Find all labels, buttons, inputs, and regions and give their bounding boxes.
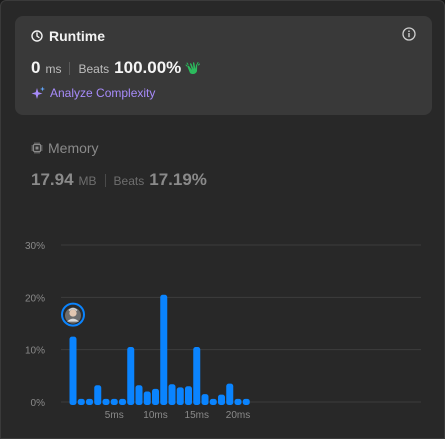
runtime-distribution-chart[interactable]: 30% 20% 10% 0% 5ms 10ms 15ms 20ms — [1, 231, 445, 436]
memory-value: 17.94 — [31, 170, 74, 189]
runtime-card[interactable]: Runtime 0 ms Beats 100.00% Analyze Compl… — [15, 16, 432, 115]
memory-beats-value: 17.19% — [149, 170, 207, 189]
chart-bar[interactable] — [127, 347, 135, 405]
chart-bar[interactable] — [102, 398, 110, 405]
memory-stats: 17.94 MB Beats 17.19% — [31, 170, 207, 190]
chart-bar[interactable] — [77, 398, 85, 405]
y-tick-label: 10% — [25, 346, 45, 357]
divider — [69, 61, 71, 75]
chart-bar[interactable] — [226, 383, 234, 405]
runtime-beats-label: Beats — [78, 62, 110, 76]
analyze-complexity-button[interactable]: Analyze Complexity — [31, 86, 155, 100]
runtime-unit: ms — [45, 62, 62, 76]
memory-unit: MB — [78, 174, 97, 188]
chart-bar[interactable] — [234, 398, 242, 405]
memory-beats-label: Beats — [113, 174, 145, 188]
divider — [104, 173, 106, 187]
chart-bar[interactable] — [160, 294, 168, 405]
y-tick-label: 30% — [25, 241, 45, 252]
runtime-title: Runtime — [31, 28, 105, 44]
runtime-stats: 0 ms Beats 100.00% — [31, 58, 201, 78]
submission-detail-panel: Runtime 0 ms Beats 100.00% Analyze Compl… — [0, 0, 445, 439]
memory-title[interactable]: Memory — [31, 140, 99, 156]
clock-icon — [31, 30, 43, 42]
chart-bar[interactable] — [135, 385, 143, 405]
x-tick-label: 20ms — [226, 410, 250, 421]
clap-icon — [185, 61, 201, 75]
chart-bar[interactable] — [218, 394, 225, 405]
chart-bar[interactable] — [201, 394, 209, 405]
chart-bar[interactable] — [119, 398, 126, 405]
chart-bar[interactable] — [86, 398, 93, 405]
chart-bar[interactable] — [193, 347, 201, 405]
info-icon[interactable] — [402, 27, 416, 41]
x-tick-label: 10ms — [143, 410, 167, 421]
chart-bar[interactable] — [209, 398, 217, 405]
runtime-beats-value: 100.00% — [114, 58, 182, 77]
memory-title-label: Memory — [48, 140, 99, 156]
chart-bar[interactable] — [94, 385, 102, 405]
x-tick-label: 15ms — [185, 410, 209, 421]
chart-bar[interactable] — [152, 388, 159, 405]
chart-bar[interactable] — [69, 336, 77, 405]
chart-bar[interactable] — [242, 398, 250, 405]
chart-bar[interactable] — [176, 387, 184, 405]
chart-bar[interactable] — [110, 398, 118, 405]
x-tick-label: 5ms — [105, 410, 124, 421]
runtime-title-label: Runtime — [49, 28, 105, 44]
chip-icon — [31, 142, 43, 154]
analyze-complexity-label: Analyze Complexity — [50, 86, 156, 100]
y-tick-label: 0% — [31, 398, 46, 409]
runtime-value: 0 — [31, 58, 41, 77]
chart-bar[interactable] — [185, 386, 192, 405]
chart-bar[interactable] — [168, 384, 176, 405]
sparkle-icon — [31, 86, 45, 100]
y-tick-label: 20% — [25, 293, 45, 304]
chart-bar[interactable] — [143, 391, 151, 405]
avatar[interactable] — [61, 302, 85, 327]
